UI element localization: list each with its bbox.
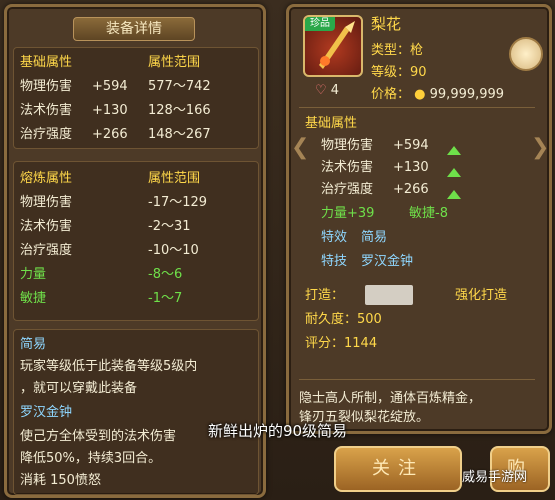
forge-row: 法术伤害 -2～31 [20, 219, 191, 234]
rare-tag: 珍品 [305, 17, 335, 31]
panel-title: 装备详情 [73, 17, 195, 41]
durability: 耐久度：500 [305, 312, 382, 327]
base-attr-section: 基础属性 属性范围 物理伤害 +594 577～742 法术伤害 +130 12… [13, 47, 259, 149]
item-level: 等级：90 [371, 65, 427, 80]
forge-attr-section: 熔炼属性 属性范围 物理伤害 -17～129 法术伤害 -2～31 治疗强度 -… [13, 161, 259, 321]
base-row: 治疗强度 +266 148～267 [20, 127, 211, 142]
divider [299, 107, 535, 108]
price: 价格： ● 99,999,999 [371, 87, 505, 102]
effect-row: 特效 简易 [321, 230, 388, 245]
base-attr-header: 基础属性 属性范围 [20, 55, 201, 70]
item-info-panel: 珍品 梨花 类型：枪 等级：90 ♡ 4 价格： ● 99,999,999 ❮ … [286, 4, 552, 434]
forge-row: 治疗强度 -10～10 [20, 243, 199, 258]
score: 评分：1144 [305, 336, 378, 351]
effect-title: 简易 [20, 337, 47, 352]
likes[interactable]: ♡ 4 [315, 83, 339, 98]
follow-button[interactable]: 关注 [334, 446, 462, 492]
watermark: 威易手游网 [462, 470, 528, 485]
item-name: 梨花 [371, 15, 402, 33]
effect-section: 简易 玩家等级低于此装备等级5级内 ，就可以穿戴此装备 罗汉金钟 使己方全体受到… [13, 329, 259, 495]
forge-row: 物理伤害 -17～129 [20, 195, 208, 210]
forge-row: 打造： 强化打造 [299, 285, 555, 307]
base-row: 物理伤害 +594 577～742 [20, 79, 211, 94]
censored-name [365, 285, 413, 305]
right-base-header: 基础属性 [305, 116, 358, 131]
right-row: 治疗强度 +266 [299, 179, 541, 201]
effect-desc: ，就可以穿戴此装备 [20, 381, 138, 396]
coin-icon: ● [414, 87, 426, 102]
skill-cost: 消耗 150愤怒 [20, 473, 101, 488]
item-icon[interactable]: 珍品 [303, 15, 363, 77]
skill-row: 特技 罗汉金钟 [321, 254, 414, 269]
heart-icon: ♡ [315, 83, 327, 98]
divider [299, 379, 535, 380]
skill-desc: 降低50%，持续3回合。 [20, 451, 162, 466]
effect-desc: 玩家等级低于此装备等级5级内 [20, 359, 198, 374]
strengthen-forge-link[interactable]: 强化打造 [455, 285, 507, 307]
eye-icon[interactable] [509, 37, 543, 71]
video-caption: 新鲜出炉的90级简易 [207, 422, 348, 440]
forge-row: 力量 -8～6 [20, 267, 183, 282]
right-row: 法术伤害 +130 [299, 157, 541, 179]
right-row: 物理伤害 +594 [299, 135, 541, 157]
forge-row: 敏捷 -1～7 [20, 291, 183, 306]
bonus-row: 力量+39 敏捷-8 [321, 206, 448, 221]
forge-attr-header: 熔炼属性 属性范围 [20, 171, 201, 186]
item-type: 类型：枪 [371, 43, 424, 58]
base-row: 法术伤害 +130 128～166 [20, 103, 211, 118]
